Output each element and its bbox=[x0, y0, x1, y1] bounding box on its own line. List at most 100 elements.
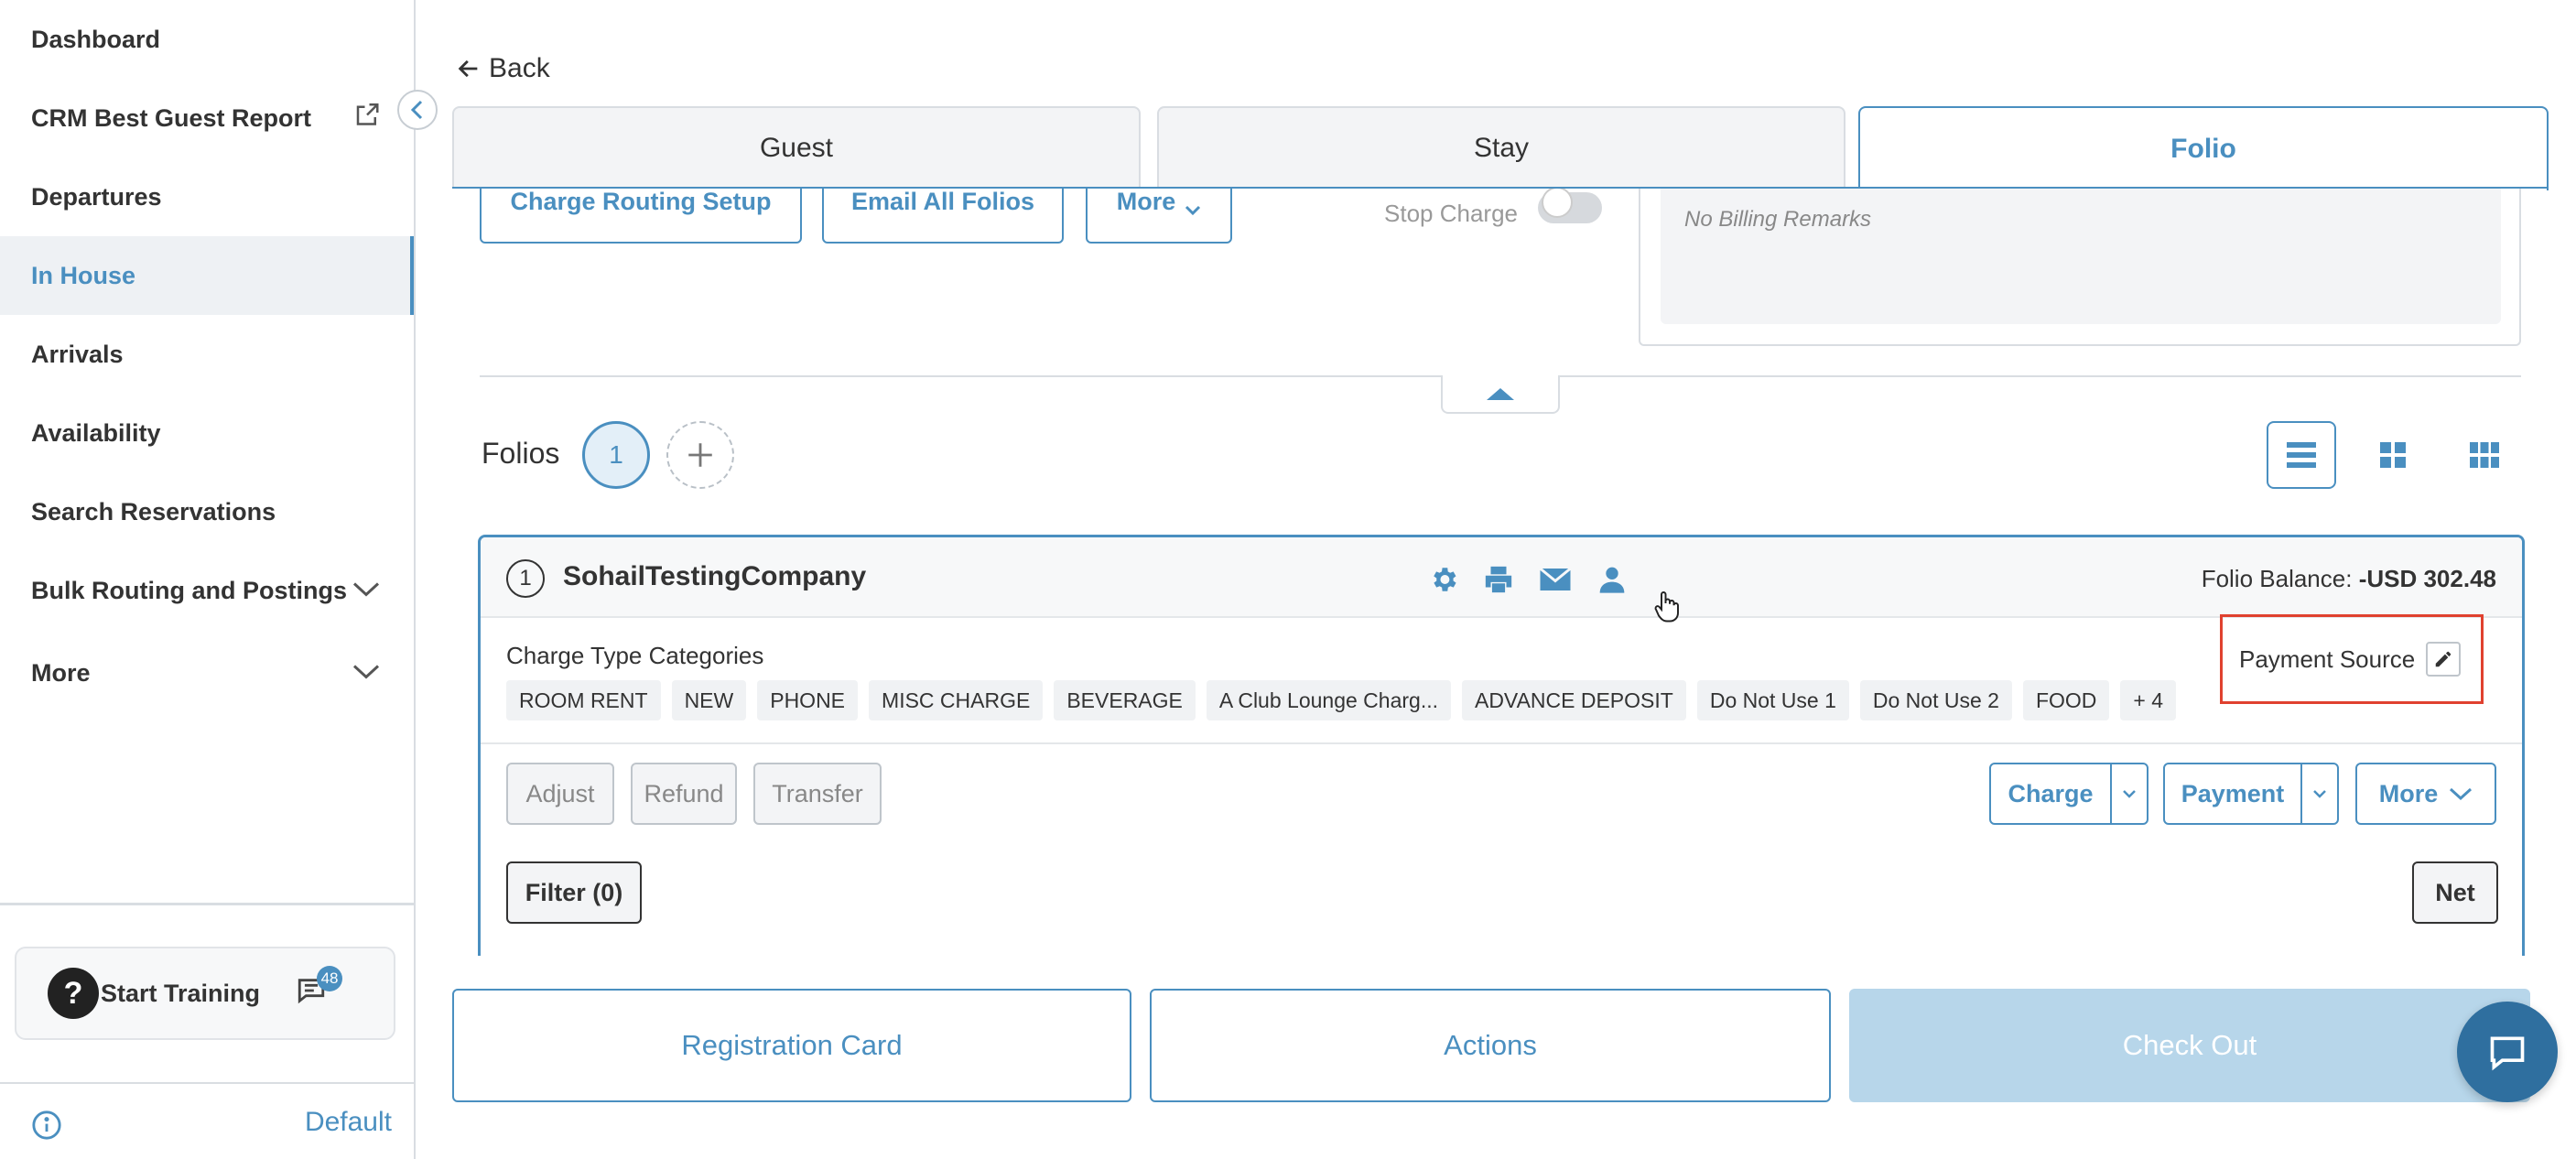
payment-source: Payment Source bbox=[2220, 614, 2484, 704]
more-actions-button[interactable]: More bbox=[1086, 189, 1232, 244]
charge-type-chips: ROOM RENT NEW PHONE MISC CHARGE BEVERAGE… bbox=[506, 680, 2177, 720]
folios-label: Folios bbox=[482, 437, 560, 470]
edit-payment-source-button[interactable] bbox=[2426, 642, 2462, 677]
chevron-down-icon bbox=[2450, 787, 2473, 801]
sidebar-item-availability[interactable]: Availability bbox=[0, 394, 414, 472]
print-icon[interactable] bbox=[1482, 563, 1515, 596]
category-chip: NEW bbox=[671, 680, 747, 720]
actions-button[interactable]: Actions bbox=[1150, 989, 1831, 1102]
sidebar-item-in-house[interactable]: In House bbox=[0, 236, 414, 315]
stop-charge-label: Stop Charge bbox=[1384, 200, 1518, 227]
billing-remarks-panel: No Billing Remarks bbox=[1639, 189, 2521, 346]
button-label: Charge Routing Setup bbox=[510, 189, 772, 215]
user-icon[interactable] bbox=[1596, 563, 1629, 596]
info-icon[interactable] bbox=[31, 1110, 62, 1145]
sidebar-divider bbox=[0, 903, 414, 905]
compact-grid-view-button[interactable] bbox=[2450, 421, 2519, 489]
charge-button[interactable]: Charge bbox=[1989, 763, 2112, 825]
payment-dropdown-button[interactable] bbox=[2300, 763, 2339, 825]
category-chip: Do Not Use 2 bbox=[1859, 680, 2012, 720]
back-link[interactable]: Back bbox=[456, 53, 550, 84]
category-chip: FOOD bbox=[2022, 680, 2110, 720]
charge-dropdown-button[interactable] bbox=[2110, 763, 2148, 825]
sidebar-item-dashboard[interactable]: Dashboard bbox=[0, 0, 414, 79]
chevron-down-icon bbox=[352, 577, 381, 605]
button-label: Transfer bbox=[772, 779, 863, 807]
folio-card: 1 SohailTestingCompany Folio Balance: -U… bbox=[478, 535, 2525, 956]
sidebar-item-label: Availability bbox=[31, 418, 161, 447]
list-view-button[interactable] bbox=[2267, 421, 2336, 489]
chevron-down-icon bbox=[352, 659, 381, 688]
sidebar-item-departures[interactable]: Departures bbox=[0, 157, 414, 236]
category-chip: ROOM RENT bbox=[506, 680, 661, 720]
more-button[interactable]: More bbox=[2355, 763, 2496, 825]
sidebar-item-crm-best-guest-report[interactable]: CRM Best Guest Report bbox=[0, 79, 414, 157]
chat-support-button[interactable] bbox=[2457, 1002, 2558, 1102]
sidebar-footer-divider bbox=[0, 1082, 414, 1084]
property-default-link[interactable]: Default bbox=[264, 1107, 392, 1138]
folio-name: SohailTestingCompany bbox=[563, 561, 867, 591]
sidebar-item-bulk-routing[interactable]: Bulk Routing and Postings bbox=[0, 551, 414, 630]
email-icon[interactable] bbox=[1539, 563, 1572, 596]
sidebar-item-search-reservations[interactable]: Search Reservations bbox=[0, 472, 414, 551]
tab-label: Guest bbox=[759, 133, 834, 163]
messages-button[interactable]: 48 bbox=[295, 966, 343, 1012]
payment-button[interactable]: Payment bbox=[2163, 763, 2302, 825]
transfer-button[interactable]: Transfer bbox=[753, 763, 882, 825]
sidebar-item-arrivals[interactable]: Arrivals bbox=[0, 315, 414, 394]
tab-folio[interactable]: Folio bbox=[1858, 106, 2549, 190]
filter-button[interactable]: Filter (0) bbox=[506, 861, 642, 924]
adjust-button[interactable]: Adjust bbox=[506, 763, 614, 825]
button-label: Payment bbox=[2181, 779, 2285, 807]
category-chip: PHONE bbox=[757, 680, 859, 720]
net-button[interactable]: Net bbox=[2412, 861, 2498, 924]
plus-icon bbox=[688, 443, 712, 467]
button-label: Net bbox=[2435, 878, 2475, 906]
payment-source-label: Payment Source bbox=[2239, 644, 2416, 673]
billing-remarks-text: No Billing Remarks bbox=[1661, 189, 2501, 324]
stop-charge-toggle[interactable] bbox=[1538, 189, 1602, 223]
chevron-down-icon bbox=[1185, 205, 1201, 216]
gear-icon[interactable] bbox=[1427, 563, 1460, 596]
more-categories-chip[interactable]: + 4 bbox=[2120, 680, 2177, 720]
sidebar-item-more[interactable]: More bbox=[0, 634, 414, 712]
folio-card-header: 1 SohailTestingCompany Folio Balance: -U… bbox=[481, 537, 2522, 618]
sidebar-item-label: Dashboard bbox=[31, 25, 161, 53]
external-link-icon[interactable] bbox=[353, 102, 381, 135]
registration-card-button[interactable]: Registration Card bbox=[452, 989, 1131, 1102]
collapse-sidebar-button[interactable] bbox=[397, 90, 438, 130]
category-chip: A Club Lounge Charg... bbox=[1206, 680, 1451, 720]
chat-icon bbox=[2490, 1036, 2525, 1071]
card-divider bbox=[481, 742, 2522, 744]
email-all-folios-button[interactable]: Email All Folios bbox=[822, 189, 1064, 244]
collapse-section-button[interactable] bbox=[1441, 375, 1560, 414]
notification-badge: 48 bbox=[317, 966, 343, 991]
grid-small-icon bbox=[2470, 442, 2499, 468]
folio-number-button[interactable]: 1 bbox=[582, 421, 650, 489]
add-folio-button[interactable] bbox=[666, 421, 734, 489]
check-out-button[interactable]: Check Out bbox=[1849, 989, 2530, 1102]
category-chip: Do Not Use 1 bbox=[1696, 680, 1849, 720]
button-label: Actions bbox=[1444, 1029, 1537, 1061]
charge-routing-setup-button[interactable]: Charge Routing Setup bbox=[480, 189, 802, 244]
tab-guest[interactable]: Guest bbox=[452, 106, 1141, 189]
grid-view-button[interactable] bbox=[2358, 421, 2428, 489]
list-icon bbox=[2287, 442, 2316, 468]
button-label: Charge bbox=[2008, 779, 2094, 807]
balance-value: -USD 302.48 bbox=[2358, 565, 2496, 592]
refund-button[interactable]: Refund bbox=[631, 763, 737, 825]
button-label: Filter (0) bbox=[525, 878, 623, 906]
chevron-down-icon bbox=[2123, 790, 2136, 798]
tab-label: Stay bbox=[1473, 133, 1530, 163]
arrow-left-icon bbox=[458, 60, 478, 78]
help-icon[interactable]: ? bbox=[48, 968, 99, 1019]
folio-index: 1 bbox=[506, 559, 545, 598]
start-training-button[interactable]: Start Training bbox=[101, 980, 260, 1008]
hand-cursor-icon bbox=[1653, 590, 1681, 627]
button-label: Registration Card bbox=[681, 1029, 903, 1061]
category-chip: MISC CHARGE bbox=[869, 680, 1044, 720]
tab-stay[interactable]: Stay bbox=[1157, 106, 1845, 189]
button-label: More bbox=[1116, 189, 1176, 215]
sidebar-item-label: Arrivals bbox=[31, 340, 124, 368]
sidebar-item-label: In House bbox=[31, 261, 136, 289]
